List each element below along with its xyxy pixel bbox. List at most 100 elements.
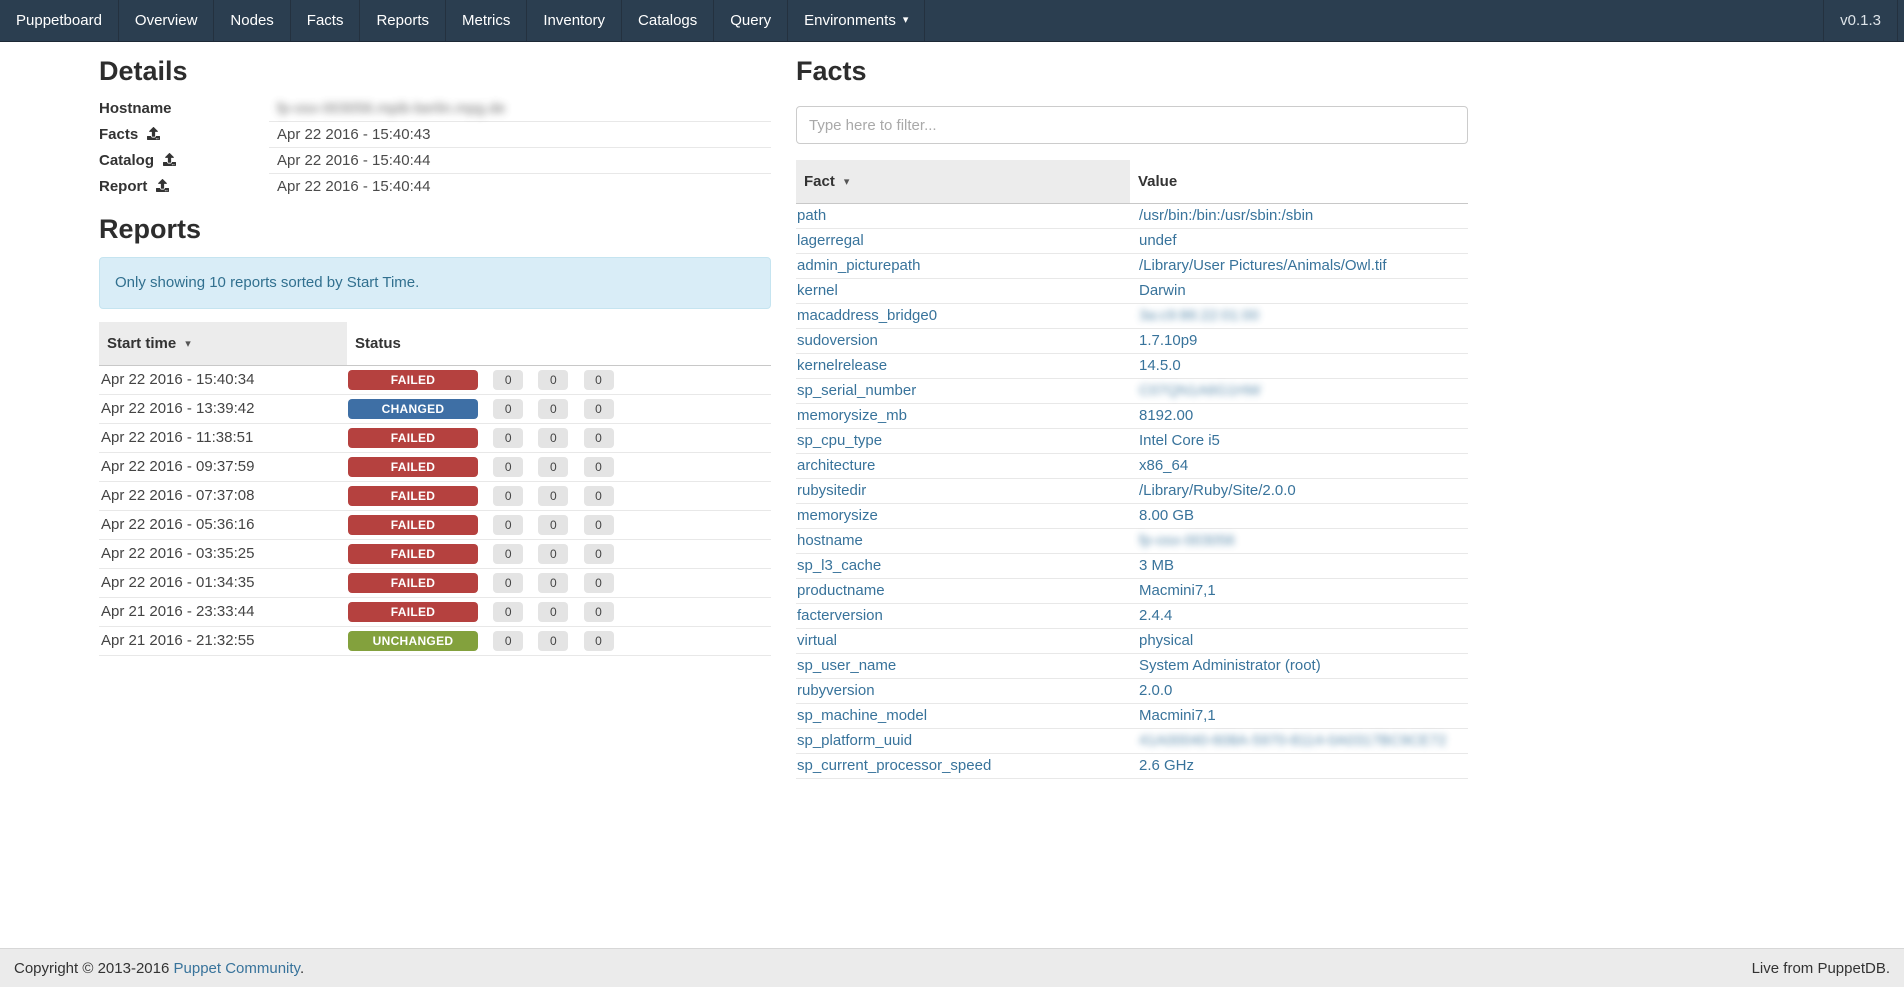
fact-value: Intel Core i5 [1139,432,1220,449]
report-count-badge: 0 [493,399,523,419]
fact-name-link[interactable]: rubysitedir [797,482,866,499]
report-status-badge[interactable]: FAILED [348,370,478,390]
fact-name-link[interactable]: lagerregal [797,232,864,249]
fact-value: 3 MB [1139,557,1174,574]
puppet-community-link[interactable]: Puppet Community [174,960,300,977]
reports-info-alert: Only showing 10 reports sorted by Start … [99,257,771,309]
report-count-badge: 0 [493,515,523,535]
column-header-fact[interactable]: Fact▾ [796,160,1130,204]
fact-row: macaddress_bridge0 3a:c9:86:22:01:00 [796,304,1468,329]
fact-row: kernelrelease 14.5.0 [796,354,1468,379]
report-start-time: Apr 22 2016 - 11:38:51 [99,423,347,452]
nav-item-reports[interactable]: Reports [360,0,446,41]
report-status-badge[interactable]: FAILED [348,428,478,448]
fact-name-link[interactable]: sudoversion [797,332,878,349]
details-row-facts: Facts Apr 22 2016 - 15:40:43 [99,122,771,148]
report-row: Apr 22 2016 - 13:39:42 CHANGED 0 0 0 [99,394,771,423]
catalog-timestamp: Apr 22 2016 - 15:40:44 [269,148,771,174]
fact-name-link[interactable]: sp_l3_cache [797,557,881,574]
report-count-badge: 0 [493,631,523,651]
fact-name-link[interactable]: hostname [797,532,863,549]
nav-item-nodes[interactable]: Nodes [214,0,290,41]
navbar-spacer [925,0,1823,41]
fact-name-link[interactable]: sp_cpu_type [797,432,882,449]
column-header-start-time[interactable]: Start time▾ [99,322,347,366]
fact-name-link[interactable]: facterversion [797,607,883,624]
report-status-badge[interactable]: FAILED [348,573,478,593]
fact-row: sp_current_processor_speed 2.6 GHz [796,754,1468,779]
report-count-badge: 0 [538,399,568,419]
nav-item-environments-dropdown[interactable]: Environments ▾ [788,0,925,41]
nav-item-catalogs[interactable]: Catalogs [622,0,714,41]
fact-value: Macmini7,1 [1139,582,1216,599]
report-row: Apr 22 2016 - 01:34:35 FAILED 0 0 0 [99,568,771,597]
report-count-badge: 0 [493,457,523,477]
fact-name-link[interactable]: productname [797,582,885,599]
fact-name-link[interactable]: sp_current_processor_speed [797,757,991,774]
facts-table-header-row: Fact▾ Value [796,160,1468,204]
report-status-badge[interactable]: FAILED [348,515,478,535]
report-count-badge: 0 [538,515,568,535]
report-count-badge: 0 [538,631,568,651]
fact-name-link[interactable]: macaddress_bridge0 [797,307,937,324]
report-start-time: Apr 22 2016 - 05:36:16 [99,510,347,539]
report-count-badge: 0 [493,370,523,390]
report-count-badge: 0 [538,544,568,564]
report-count-badge: 0 [584,631,614,651]
fact-value: Macmini7,1 [1139,707,1216,724]
fact-name-link[interactable]: path [797,207,826,224]
column-header-value[interactable]: Value [1130,160,1468,204]
fact-name-link[interactable]: kernelrelease [797,357,887,374]
fact-name-link[interactable]: admin_picturepath [797,257,920,274]
report-row: Apr 22 2016 - 11:38:51 FAILED 0 0 0 [99,423,771,452]
report-status-badge[interactable]: FAILED [348,457,478,477]
chevron-down-icon: ▾ [903,15,909,26]
upload-icon [147,125,160,146]
fact-name-link[interactable]: sp_user_name [797,657,896,674]
fact-name-link[interactable]: sp_machine_model [797,707,927,724]
report-count-badge: 0 [538,573,568,593]
facts-label: Facts [99,126,138,143]
report-count-badge: 0 [493,573,523,593]
report-status-badge[interactable]: FAILED [348,544,478,564]
fact-value: 2.6 GHz [1139,757,1194,774]
facts-table-body: path /usr/bin:/bin:/usr/sbin:/sbin lager… [796,204,1468,779]
report-count-badge: 0 [538,486,568,506]
column-header-status[interactable]: Status [347,322,771,366]
fact-row: path /usr/bin:/bin:/usr/sbin:/sbin [796,204,1468,229]
nav-item-overview[interactable]: Overview [119,0,215,41]
report-row: Apr 22 2016 - 15:40:34 FAILED 0 0 0 [99,365,771,394]
nav-item-metrics[interactable]: Metrics [446,0,527,41]
upload-icon [163,151,176,172]
report-status-badge[interactable]: FAILED [348,602,478,622]
fact-name-link[interactable]: architecture [797,457,875,474]
fact-name-link[interactable]: memorysize_mb [797,407,907,424]
fact-name-link[interactable]: memorysize [797,507,878,524]
report-count-badge: 0 [584,515,614,535]
report-count-badge: 0 [584,602,614,622]
report-start-time: Apr 22 2016 - 07:37:08 [99,481,347,510]
nav-brand[interactable]: Puppetboard [0,0,119,41]
report-status-badge[interactable]: UNCHANGED [348,631,478,651]
nav-item-inventory[interactable]: Inventory [527,0,622,41]
fact-value: /Library/Ruby/Site/2.0.0 [1139,482,1296,499]
facts-table: Fact▾ Value path /usr/bin:/bin:/usr/sbin… [796,160,1468,779]
fact-name-link[interactable]: kernel [797,282,838,299]
fact-name-link[interactable]: rubyversion [797,682,875,699]
sort-caret-icon: ▾ [185,338,191,350]
report-start-time: Apr 21 2016 - 21:32:55 [99,626,347,655]
fact-row: memorysize 8.00 GB [796,504,1468,529]
nav-item-query[interactable]: Query [714,0,788,41]
fact-name-link[interactable]: virtual [797,632,837,649]
facts-timestamp: Apr 22 2016 - 15:40:43 [269,122,771,148]
nav-item-facts[interactable]: Facts [291,0,361,41]
report-status-badge[interactable]: CHANGED [348,399,478,419]
fact-name-link[interactable]: sp_platform_uuid [797,732,912,749]
fact-value: fp-osx-003056 [1139,532,1235,549]
facts-filter-input[interactable] [796,106,1468,144]
fact-row: sudoversion 1.7.10p9 [796,329,1468,354]
fact-name-link[interactable]: sp_serial_number [797,382,916,399]
report-status-badge[interactable]: FAILED [348,486,478,506]
details-row-hostname: Hostname fp-osx-003056.mpib-berlin.mpg.d… [99,96,771,122]
report-start-time: Apr 22 2016 - 13:39:42 [99,394,347,423]
